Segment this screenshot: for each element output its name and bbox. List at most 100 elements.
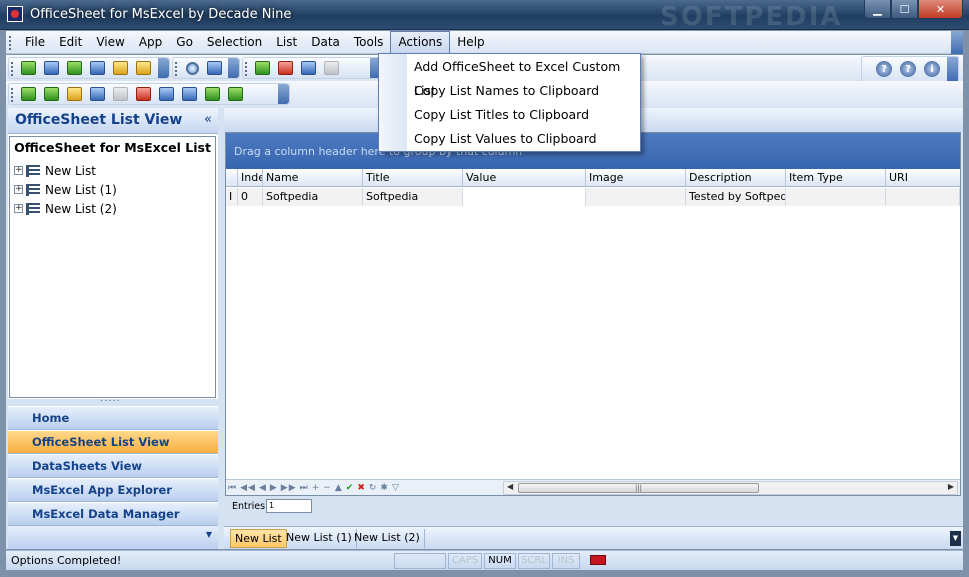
menu-selection[interactable]: Selection (200, 31, 269, 54)
list-action-6[interactable] (132, 84, 155, 104)
nav-msexcel-data-manager[interactable]: MsExcel Data Manager (8, 502, 218, 526)
prev-page-icon[interactable]: ◀◀ (240, 483, 256, 493)
delete-row-button[interactable] (274, 58, 297, 78)
last-page-icon[interactable]: ⏭ (300, 483, 309, 493)
menu-app[interactable]: App (132, 31, 169, 54)
folder-button[interactable] (132, 58, 155, 78)
nav-home[interactable]: Home (8, 406, 218, 430)
open-button[interactable] (17, 58, 40, 78)
table-row[interactable]: I 0 Softpedia Softpedia Tested by Softpe… (226, 188, 960, 206)
app-icon[interactable] (7, 6, 23, 22)
tree-item[interactable]: + New List (14, 161, 96, 180)
add-row-button[interactable] (251, 58, 274, 78)
next-page-icon[interactable]: ▶▶ (281, 483, 297, 493)
menu-view[interactable]: View (89, 31, 131, 54)
menu-item-copy-values[interactable]: Copy List Values to Clipboard (379, 127, 640, 151)
export-button[interactable] (63, 58, 86, 78)
list-action-2[interactable] (40, 84, 63, 104)
cell-item-type[interactable] (786, 188, 886, 206)
asterisk-icon[interactable]: ✱ (380, 483, 389, 493)
cell-value[interactable] (463, 188, 586, 206)
list-tree[interactable]: OfficeSheet for MsExcel List + New List … (9, 136, 216, 398)
insert-button[interactable] (297, 58, 320, 78)
col-header-value[interactable]: Value (463, 169, 586, 187)
maximize-button[interactable]: ☐ (891, 0, 918, 19)
menu-go[interactable]: Go (169, 31, 200, 54)
up-icon[interactable]: ▲ (335, 483, 343, 493)
nav-datasheets-view[interactable]: DataSheets View (8, 454, 218, 478)
col-header-item-type[interactable]: Item Type (786, 169, 886, 187)
horizontal-scrollbar[interactable]: ◀ ||| ▶ (503, 481, 958, 495)
save-button[interactable] (40, 58, 63, 78)
list-action-1[interactable] (17, 84, 40, 104)
tree-item[interactable]: + New List (1) (14, 180, 117, 199)
expand-icon[interactable]: + (14, 166, 23, 175)
menu-edit[interactable]: Edit (52, 31, 89, 54)
chevron-down-icon[interactable]: ▼ (206, 530, 212, 539)
list-action-4[interactable] (86, 84, 109, 104)
find-button[interactable] (181, 58, 203, 78)
collapse-icon[interactable]: « (204, 112, 212, 127)
tab-new-list-2[interactable]: New List (2) (350, 529, 425, 548)
expand-icon[interactable]: + (14, 185, 23, 194)
col-header-index[interactable]: Index (238, 169, 263, 187)
entries-field[interactable]: 1 (266, 499, 312, 513)
cell-name[interactable]: Softpedia (263, 188, 363, 206)
cell-description[interactable]: Tested by Softpedia (686, 188, 786, 206)
menu-actions[interactable]: Actions (390, 31, 451, 54)
cancel-icon[interactable]: ✖ (357, 483, 366, 493)
first-page-icon[interactable]: ⏮ (228, 483, 237, 493)
scroll-thumb[interactable]: ||| (518, 483, 759, 493)
prev-record-icon[interactable]: ◀ (259, 483, 267, 493)
col-header-name[interactable]: Name (263, 169, 363, 187)
tree-item[interactable]: + New List (2) (14, 199, 117, 218)
list-action-9[interactable] (201, 84, 224, 104)
list-action-7[interactable] (155, 84, 178, 104)
about-icon[interactable]: ? (900, 61, 916, 77)
menu-grip[interactable] (9, 36, 12, 50)
refresh-button[interactable] (86, 58, 109, 78)
scroll-right-icon[interactable]: ▶ (948, 482, 954, 491)
menu-item-copy-names[interactable]: Copy List Names to Clipboard (379, 79, 640, 103)
menu-tools[interactable]: Tools (347, 31, 391, 54)
list-action-10[interactable] (224, 84, 247, 104)
col-header-title[interactable]: Title (363, 169, 463, 187)
expand-icon[interactable]: + (14, 204, 23, 213)
filter-icon[interactable]: ▽ (392, 483, 400, 493)
menu-file[interactable]: File (18, 31, 52, 54)
tab-new-list-1[interactable]: New List (1) (282, 529, 357, 548)
cell-title[interactable]: Softpedia (363, 188, 463, 206)
list-action-8[interactable] (178, 84, 201, 104)
help-icon[interactable]: ? (876, 61, 892, 77)
confirm-icon[interactable]: ✔ (346, 483, 355, 493)
menubar-overflow[interactable] (951, 31, 963, 54)
data-grid[interactable]: Drag a column header here to group by th… (225, 132, 961, 496)
cell-uri[interactable] (886, 188, 960, 206)
col-header-image[interactable]: Image (586, 169, 686, 187)
col-header-uri[interactable]: URI (886, 169, 960, 187)
panel-splitter[interactable] (8, 393, 218, 406)
menu-data[interactable]: Data (304, 31, 347, 54)
info-icon[interactable]: i (924, 61, 940, 77)
menu-item-add-to-custom-list[interactable]: Add OfficeSheet to Excel Custom List (379, 55, 640, 98)
tab-new-list[interactable]: New List (230, 529, 287, 548)
next-record-icon[interactable]: ▶ (270, 483, 278, 493)
cell-index[interactable]: 0 (238, 188, 263, 206)
remove-record-icon[interactable]: − (323, 483, 332, 493)
tabs-dropdown-icon[interactable]: ▼ (950, 531, 961, 546)
minimize-button[interactable]: ▁ (864, 0, 891, 19)
refresh-icon[interactable]: ↻ (369, 483, 378, 493)
nav-msexcel-app-explorer[interactable]: MsExcel App Explorer (8, 478, 218, 502)
menu-item-copy-titles[interactable]: Copy List Titles to Clipboard (379, 103, 640, 127)
scroll-left-icon[interactable]: ◀ (507, 482, 513, 491)
list-action-3[interactable] (63, 84, 86, 104)
add-record-icon[interactable]: + (312, 483, 321, 493)
undo-button[interactable] (109, 58, 132, 78)
close-button[interactable]: ✕ (918, 0, 963, 19)
menu-list[interactable]: List (269, 31, 304, 54)
nav-officesheet-list-view[interactable]: OfficeSheet List View (8, 430, 218, 454)
find-replace-button[interactable] (203, 58, 225, 78)
cell-image[interactable] (586, 188, 686, 206)
col-header-selector[interactable] (226, 169, 238, 187)
col-header-description[interactable]: Description (686, 169, 786, 187)
